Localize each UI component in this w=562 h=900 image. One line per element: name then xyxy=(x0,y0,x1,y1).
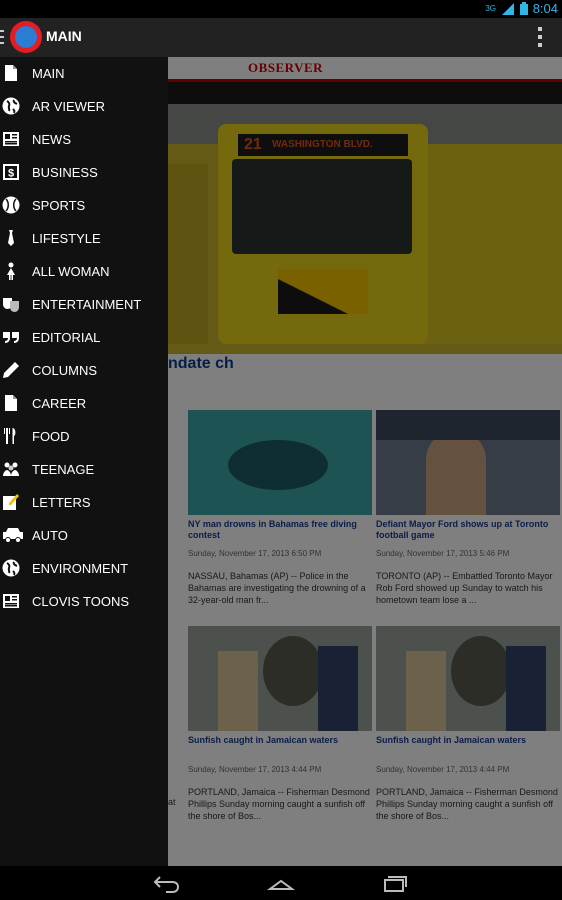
drawer-item-label: ENTERTAINMENT xyxy=(32,297,142,312)
status-icons: 3G xyxy=(485,2,528,15)
globe-icon xyxy=(15,26,37,48)
drawer-item-label: CLOVIS TOONS xyxy=(32,594,130,609)
battery-icon xyxy=(520,2,528,15)
document-icon xyxy=(5,65,17,81)
svg-text:$: $ xyxy=(8,168,14,180)
drawer-scrim[interactable] xyxy=(168,57,562,866)
drawer-item-main[interactable]: MAIN xyxy=(0,57,168,90)
drawer-item-label: ENVIRONMENT xyxy=(32,561,129,576)
newspaper-icon xyxy=(3,132,19,146)
car-icon xyxy=(3,528,23,543)
quote-icon xyxy=(3,332,19,343)
globe-icon xyxy=(2,559,20,577)
teens-icon xyxy=(3,462,19,476)
clock: 8:04 xyxy=(532,1,558,16)
drawer-item-label: BUSINESS xyxy=(32,165,98,180)
pencil-icon xyxy=(3,362,19,378)
overflow-menu-icon[interactable] xyxy=(538,27,542,47)
drawer-item-label: LETTERS xyxy=(32,495,91,510)
drawer-item-label: CAREER xyxy=(32,396,87,411)
back-icon[interactable] xyxy=(152,873,182,893)
signal-label: 3G xyxy=(485,4,496,13)
page-title: MAIN xyxy=(46,28,82,44)
action-bar: MAIN xyxy=(0,18,562,58)
recent-apps-icon[interactable] xyxy=(380,873,410,893)
drawer-item-columns[interactable]: COLUMNS xyxy=(0,354,168,387)
letter-pen-icon xyxy=(3,494,19,510)
drawer-item-auto[interactable]: AUTO xyxy=(0,519,168,552)
drawer-item-label: EDITORIAL xyxy=(32,330,101,345)
app-logo[interactable] xyxy=(10,21,42,53)
drawer-item-editorial[interactable]: EDITORIAL xyxy=(0,321,168,354)
drawer-item-career[interactable]: CAREER xyxy=(0,387,168,420)
drawer-item-lifestyle[interactable]: LIFESTYLE xyxy=(0,222,168,255)
drawer-item-label: SPORTS xyxy=(32,198,86,213)
globe-icon xyxy=(2,97,20,115)
drawer-item-label: AUTO xyxy=(32,528,68,543)
system-navigation-bar xyxy=(0,866,562,900)
drawer-item-label: MAIN xyxy=(32,66,65,81)
drawer-item-entertainment[interactable]: ENTERTAINMENT xyxy=(0,288,168,321)
drawer-item-label: COLUMNS xyxy=(32,363,98,378)
drawer-item-food[interactable]: FOOD xyxy=(0,420,168,453)
baseball-icon xyxy=(2,196,20,214)
dollar-icon: $ xyxy=(3,164,19,180)
signal-icon xyxy=(502,2,514,15)
drawer-item-letters[interactable]: LETTERS xyxy=(0,486,168,519)
theater-masks-icon xyxy=(3,298,19,312)
navigation-drawer: MAIN AR VIEWER NEWS $ BUSINESS SPORTS LI… xyxy=(0,57,168,866)
drawer-item-ar-viewer[interactable]: AR VIEWER xyxy=(0,90,168,123)
drawer-item-label: NEWS xyxy=(32,132,71,147)
drawer-item-label: LIFESTYLE xyxy=(32,231,101,246)
drawer-item-label: ALL WOMAN xyxy=(32,264,110,279)
drawer-item-all-woman[interactable]: ALL WOMAN xyxy=(0,255,168,288)
status-bar: 3G 8:04 xyxy=(0,0,562,18)
drawer-item-label: AR VIEWER xyxy=(32,99,105,114)
drawer-item-label: FOOD xyxy=(32,429,70,444)
drawer-item-label: TEENAGE xyxy=(32,462,95,477)
fork-knife-icon xyxy=(4,428,16,444)
drawer-item-news[interactable]: NEWS xyxy=(0,123,168,156)
home-icon[interactable] xyxy=(266,873,296,893)
drawer-toggle-icon[interactable] xyxy=(0,30,4,44)
newspaper-icon xyxy=(3,594,19,608)
document-icon xyxy=(5,395,17,411)
woman-icon xyxy=(7,262,15,280)
drawer-item-teenage[interactable]: TEENAGE xyxy=(0,453,168,486)
drawer-item-business[interactable]: $ BUSINESS xyxy=(0,156,168,189)
drawer-item-clovis-toons[interactable]: CLOVIS TOONS xyxy=(0,585,168,618)
drawer-item-sports[interactable]: SPORTS xyxy=(0,189,168,222)
drawer-item-environment[interactable]: ENVIRONMENT xyxy=(0,552,168,585)
tie-icon xyxy=(8,230,14,246)
